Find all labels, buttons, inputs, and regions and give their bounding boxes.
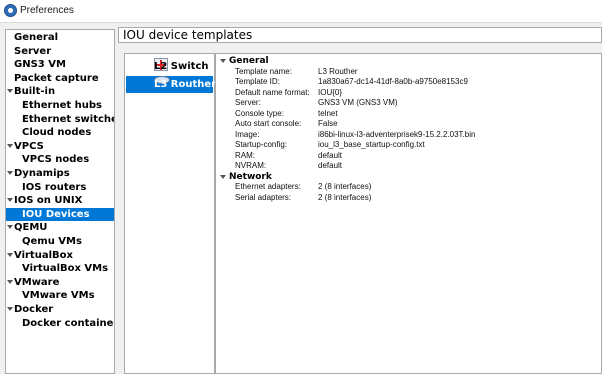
sidebar-item-label: VMware bbox=[14, 276, 60, 288]
property-value: default bbox=[318, 161, 343, 170]
property-value: i86bi-linux-l3-adventerprisek9-15.2.2.03… bbox=[318, 129, 476, 139]
sidebar-item-label: Built-in bbox=[14, 86, 56, 98]
property-value: iou_l3_base_startup-config.txt bbox=[318, 140, 425, 149]
sidebar-item-label: VPCS nodes bbox=[22, 154, 90, 166]
sidebar-item-label: Qemu VMs bbox=[22, 236, 82, 247]
sidebar-item-packet-capture[interactable]: Packet capture bbox=[6, 72, 114, 85]
sidebar-item-label: Ethernet hubs bbox=[22, 100, 102, 111]
expand-arrow-icon[interactable] bbox=[7, 143, 13, 148]
sidebar-item-label: Docker containers bbox=[22, 317, 115, 329]
property-value: IOU{0} bbox=[318, 87, 343, 97]
window-title: Preferences bbox=[20, 5, 74, 16]
expand-arrow-icon[interactable] bbox=[7, 279, 13, 284]
sidebar-item-label: IOS on UNIX bbox=[14, 195, 83, 207]
sidebar-item-cloud-nodes[interactable]: Cloud nodes bbox=[6, 126, 114, 139]
sidebar-item-virtualbox-vms[interactable]: VirtualBox VMs bbox=[6, 262, 114, 275]
property-value: default bbox=[318, 150, 343, 160]
panel-title-box: IOU device templates bbox=[118, 27, 602, 43]
sidebar-item-iou-devices[interactable]: IOU Devices bbox=[6, 207, 114, 221]
sidebar-item-ios-routers[interactable]: IOS routers bbox=[6, 181, 114, 194]
sidebar-item-label: Packet capture bbox=[14, 72, 99, 84]
expand-arrow-icon[interactable] bbox=[7, 307, 13, 311]
property-label: Auto start console: bbox=[235, 119, 302, 128]
sidebar-item-ethernet-switches[interactable]: Ethernet switches bbox=[6, 113, 114, 126]
title-bar: Preferences bbox=[0, 0, 602, 23]
property-value: 2 (8 interfaces) bbox=[318, 192, 372, 202]
sidebar-item-label: QEMU bbox=[14, 222, 48, 234]
gns3-app-icon bbox=[4, 4, 17, 17]
sidebar-item-ethernet-hubs[interactable]: Ethernet hubs bbox=[6, 99, 114, 112]
template-item-l3-routher[interactable]: L3 Routher bbox=[126, 76, 217, 93]
sidebar-item-label: Cloud nodes bbox=[22, 127, 92, 139]
sidebar-item-virtualbox[interactable]: VirtualBox bbox=[6, 249, 114, 262]
sidebar-item-label: IOS routers bbox=[22, 181, 87, 193]
sidebar-item-docker[interactable]: Docker bbox=[6, 303, 114, 316]
expand-arrow-icon[interactable] bbox=[7, 198, 13, 203]
sidebar-item-label: VirtualBox bbox=[14, 249, 73, 261]
sidebar-item-vmware-vms[interactable]: VMware VMs bbox=[6, 289, 114, 302]
preferences-sidebar: General Server GNS3 VM Packet capture Built-… bbox=[5, 29, 115, 374]
expand-arrow-icon[interactable] bbox=[220, 59, 226, 63]
sidebar-item-label: Dynamips bbox=[14, 168, 70, 179]
expand-arrow-icon[interactable] bbox=[7, 225, 13, 230]
template-label: L3 Routher bbox=[154, 79, 217, 90]
sidebar-item-general[interactable]: General bbox=[6, 31, 114, 44]
sidebar-item-vmware[interactable]: VMware bbox=[6, 276, 114, 289]
group-label: Network bbox=[229, 171, 272, 182]
property-label: Startup-config: bbox=[235, 140, 288, 149]
sidebar-item-label: GNS3 VM bbox=[14, 59, 66, 71]
property-value: GNS3 VM (GNS3 VM) bbox=[318, 98, 398, 107]
sidebar-item-label: General bbox=[14, 32, 58, 43]
sidebar-item-label: IOU Devices bbox=[22, 208, 90, 220]
template-label: L2 Switch bbox=[154, 61, 209, 72]
property-value: telnet bbox=[318, 108, 338, 118]
sidebar-item-label: VMware VMs bbox=[22, 290, 95, 302]
property-label: Server: bbox=[235, 98, 261, 107]
sidebar-item-label: VirtualBox VMs bbox=[22, 263, 109, 275]
sidebar-item-gns3-vm[interactable]: GNS3 VM bbox=[6, 58, 114, 71]
expand-arrow-icon[interactable] bbox=[7, 89, 13, 94]
sidebar-item-server[interactable]: Server bbox=[6, 45, 114, 58]
template-item-l2-switch[interactable]: L2 Switch bbox=[126, 58, 213, 75]
sidebar-item-dynamips[interactable]: Dynamips bbox=[6, 167, 114, 180]
expand-arrow-icon[interactable] bbox=[220, 174, 226, 179]
sidebar-item-vpcs[interactable]: VPCS bbox=[6, 140, 114, 153]
sidebar-item-label: Docker bbox=[14, 304, 54, 315]
property-label: NVRAM: bbox=[235, 161, 267, 170]
page-title: IOU device templates bbox=[123, 28, 253, 42]
sidebar-item-label: VPCS bbox=[14, 140, 44, 152]
property-label: Image: bbox=[235, 129, 260, 139]
sidebar-item-qemu[interactable]: QEMU bbox=[6, 221, 114, 234]
sidebar-item-docker-containers[interactable]: Docker containers bbox=[6, 317, 114, 330]
expand-arrow-icon[interactable] bbox=[7, 171, 13, 175]
property-label: Console type: bbox=[235, 108, 284, 118]
sidebar-item-label: Ethernet switches bbox=[22, 113, 115, 125]
property-label: Template ID: bbox=[235, 77, 280, 86]
group-label: General bbox=[229, 56, 269, 66]
sidebar-item-ios-on-unix[interactable]: IOS on UNIX bbox=[6, 194, 114, 207]
template-details: General Template name: L3 Routher Template … bbox=[215, 53, 602, 374]
sidebar-item-label: Server bbox=[14, 45, 52, 57]
property-value: L3 Routher bbox=[318, 66, 358, 76]
property-value: False bbox=[318, 119, 338, 128]
property-label: RAM: bbox=[235, 150, 255, 160]
sidebar-item-qemu-vms[interactable]: Qemu VMs bbox=[6, 235, 114, 248]
property-label: Default name format: bbox=[235, 87, 310, 97]
templates-list: L2 Switch L3 Routher bbox=[124, 53, 217, 374]
property-value: 2 (8 interfaces) bbox=[318, 182, 372, 191]
property-label: Ethernet adapters: bbox=[235, 182, 301, 191]
sidebar-item-vpcs-nodes[interactable]: VPCS nodes bbox=[6, 153, 114, 166]
property-value: 1a830a67-dc14-41df-8a0b-a9750e8153c9 bbox=[318, 77, 468, 86]
sidebar-item-built-in[interactable]: Built-in bbox=[6, 85, 114, 98]
property-label: Template name: bbox=[235, 66, 292, 76]
property-label: Serial adapters: bbox=[235, 192, 292, 202]
expand-arrow-icon[interactable] bbox=[7, 252, 13, 257]
